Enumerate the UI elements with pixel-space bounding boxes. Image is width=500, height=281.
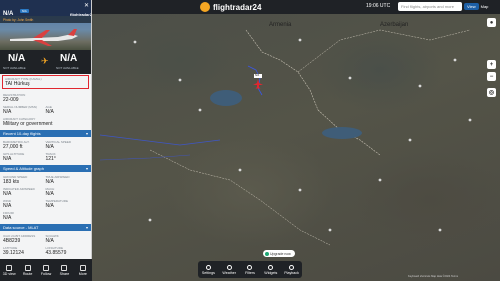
- follow-button[interactable]: Follow: [37, 259, 55, 281]
- origin-code: N/A: [8, 53, 26, 64]
- route-label: Route: [22, 271, 33, 276]
- aircraft-type-value: TAI Hürkuş: [5, 81, 30, 87]
- playback-label: Playback: [284, 270, 299, 275]
- playback-icon: [289, 264, 295, 270]
- wind-value: N/A: [3, 203, 12, 209]
- flight-badge: N/A: [19, 8, 29, 13]
- speed-details: GROUND SPEED 183 kts TRUE AIRSPEED N/A I…: [0, 172, 91, 222]
- zoom-in-button[interactable]: +: [487, 60, 496, 69]
- destination-status: NOT AVAILABLE: [56, 66, 79, 70]
- aircraft-photo[interactable]: Photo by: John Smith: [0, 16, 91, 50]
- share-button[interactable]: Share: [55, 259, 73, 281]
- age-value: N/A: [45, 109, 54, 115]
- brand-text: flightradar24: [213, 2, 262, 12]
- data-source-details: ICAO 24-BIT ADDRESS 4B8239 SQUAWK N/A LA…: [0, 231, 91, 257]
- zoom-out-button[interactable]: −: [487, 72, 496, 81]
- panel-bottom-nav: 3D view Route Follow Share More: [0, 259, 92, 281]
- user-avatar-icon[interactable]: ●: [487, 18, 496, 27]
- route-icon: [24, 264, 31, 271]
- aircraft-details: REGISTRATION 22-009 SERIAL NUMBER (MSN) …: [0, 90, 91, 128]
- upgrade-icon: [265, 251, 269, 256]
- track-value: 121°: [45, 156, 56, 162]
- widgets-button[interactable]: Widgets: [260, 261, 281, 278]
- share-label: Share: [59, 271, 70, 276]
- settings-button[interactable]: Settings: [198, 261, 219, 278]
- cloud-icon: [226, 264, 232, 270]
- category-value: Military or government: [3, 121, 53, 127]
- aircraft-photo-plane: [10, 29, 78, 46]
- map-label-azerbaijan: Azerbaijan: [380, 22, 409, 28]
- 3d-view-button[interactable]: 3D view: [0, 259, 18, 281]
- filters-label: Filters: [245, 270, 255, 275]
- widgets-icon: [268, 264, 274, 270]
- plane-icon: ✈: [41, 56, 49, 66]
- fir-value: N/A: [3, 215, 12, 221]
- origin-status: NOT AVAILABLE: [3, 66, 26, 70]
- cube-icon: [6, 264, 13, 271]
- lake-van: [210, 90, 242, 106]
- latitude-value: 39.12124: [3, 250, 24, 256]
- serial-value: N/A: [3, 109, 12, 115]
- photo-credit: Photo by: John Smith: [0, 16, 91, 23]
- map-attribution[interactable]: Keyboard shortcuts Map data ©2024 Terms: [408, 275, 458, 278]
- share-icon: [61, 264, 68, 271]
- track-line-2: [99, 154, 191, 161]
- route-button[interactable]: Route: [18, 259, 36, 281]
- speed-graph-bar[interactable]: Speed & Altitude graph ▾: [0, 165, 91, 172]
- weather-label: Weather: [222, 270, 236, 275]
- destination-code: N/A: [60, 53, 78, 64]
- search-input[interactable]: Find flights, airports and more: [398, 2, 462, 11]
- app-root: Armenia Azerbaijan N/A Keyboard shortcut…: [0, 0, 500, 281]
- chevron-down-icon: ▾: [85, 131, 88, 136]
- recent-flights-label: Recent 10-day flights: [3, 131, 41, 136]
- data-source-bar[interactable]: Data source - MLAT ▾: [0, 224, 91, 231]
- playback-button[interactable]: Playback: [281, 261, 302, 278]
- aircraft-marker-icon[interactable]: [253, 79, 263, 89]
- locate-icon[interactable]: ◎: [487, 88, 496, 97]
- chevron-down-icon: ▾: [85, 166, 88, 171]
- widgets-label: Widgets: [264, 270, 278, 275]
- close-icon[interactable]: ✕: [84, 2, 89, 9]
- speed-graph-label: Speed & Altitude graph: [3, 166, 44, 171]
- brand-logo[interactable]: flightradar24: [200, 2, 261, 12]
- track-line-1: [99, 134, 221, 146]
- more-label: More: [78, 271, 87, 276]
- temperature-value: N/A: [45, 203, 54, 209]
- weather-button[interactable]: Weather: [219, 261, 240, 278]
- follow-label: Follow: [40, 271, 52, 276]
- more-button[interactable]: More: [74, 259, 92, 281]
- recent-flights-bar[interactable]: Recent 10-day flights ▾: [0, 130, 91, 137]
- upgrade-button[interactable]: Upgrade now: [263, 250, 295, 257]
- gear-icon: [205, 264, 211, 270]
- lake-urmia: [322, 127, 362, 139]
- map-label-armenia: Armenia: [269, 22, 292, 28]
- map-toolbar: Settings Weather Filters Widgets Playbac…: [198, 261, 302, 278]
- 3d-view-label: 3D view: [2, 271, 16, 276]
- settings-label: Settings: [201, 270, 215, 275]
- filters-button[interactable]: Filters: [240, 261, 261, 278]
- upgrade-label: Upgrade now: [270, 251, 291, 256]
- route-summary: N/A NOT AVAILABLE ✈ N/A NOT AVAILABLE: [0, 50, 91, 74]
- aircraft-type-highlight: AIRCRAFT TYPE (KAMAL) TAI Hürkuş: [2, 75, 89, 89]
- radar-icon: [200, 2, 210, 12]
- flight-info-panel: N/A N/A Turkey - Air Force ✕ flightradar…: [0, 0, 92, 281]
- gps-alt-value: N/A: [3, 156, 12, 162]
- filter-icon: [247, 264, 253, 270]
- altitude-details: BAROMETRIC ALT. 27,000 ft VERTICAL SPEED…: [0, 137, 91, 163]
- more-icon: [79, 264, 86, 271]
- view-label: View: [464, 3, 479, 10]
- aircraft-label[interactable]: N/A: [254, 74, 262, 78]
- chevron-down-icon: ▾: [85, 225, 88, 230]
- data-source-label: Data source - MLAT: [3, 225, 39, 230]
- view-menu-button[interactable]: View Map: [464, 2, 496, 11]
- utc-clock: 19:06 UTC: [366, 3, 391, 9]
- map-label: Map: [480, 4, 489, 9]
- longitude-value: 43.85579: [45, 250, 67, 256]
- follow-icon: [43, 264, 50, 271]
